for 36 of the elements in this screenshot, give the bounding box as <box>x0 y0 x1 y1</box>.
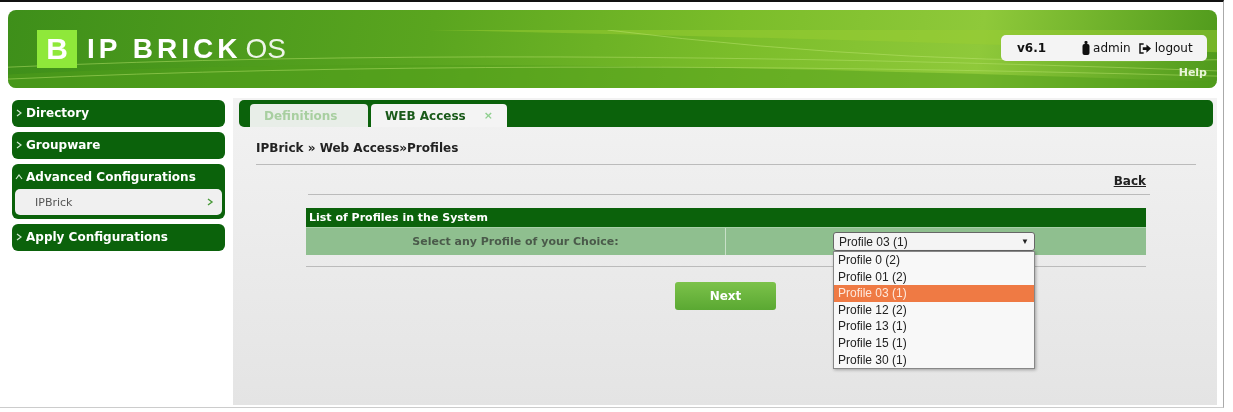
chevron-icon <box>206 198 214 206</box>
tab[interactable]: WEB Access × <box>371 104 507 127</box>
sidebar-item[interactable]: Groupware <box>12 132 225 157</box>
sidebar-item[interactable]: Apply Configurations <box>12 224 225 249</box>
sidebar-label: Apply Configurations <box>26 229 168 244</box>
sidebar-subitem[interactable]: IPBrick <box>15 189 222 215</box>
dropdown-option[interactable]: Profile 30 (1) <box>834 351 1034 369</box>
profile-select[interactable]: Profile 03 (1) ▼ <box>833 232 1035 251</box>
dropdown-option[interactable]: Profile 01 (2) <box>834 268 1034 286</box>
back-link[interactable]: Back <box>1113 174 1146 188</box>
chevron-icon <box>15 108 23 117</box>
version-label: v6.1 <box>1017 41 1047 55</box>
dropdown-option[interactable]: Profile 13 (1) <box>834 318 1034 335</box>
chevron-icon <box>15 172 23 181</box>
sidebar-item[interactable]: Advanced Configurations <box>12 164 225 189</box>
sidebar-label: Groupware <box>26 137 101 152</box>
chevron-icon <box>15 232 23 241</box>
dropdown-arrow-icon: ▼ <box>1021 237 1029 246</box>
dropdown-option[interactable]: Profile 0 (2) <box>834 252 1034 269</box>
field-label: Select any Profile of your Choice: <box>306 228 726 255</box>
breadcrumb: IPBrick » Web Access»Profiles <box>256 141 1196 165</box>
sidebar-label: Directory <box>26 105 89 120</box>
user-icon <box>1082 41 1091 55</box>
logout-link[interactable]: logout <box>1138 41 1193 55</box>
logo-suffix: OS <box>245 33 286 65</box>
table-title: List of Profiles in the System <box>306 208 1146 227</box>
sidebar-item[interactable]: Directory <box>12 100 225 125</box>
dropdown-option[interactable]: Profile 12 (2) <box>834 301 1034 319</box>
sidebar-label: Advanced Configurations <box>26 169 196 184</box>
user-name: admin <box>1093 41 1131 55</box>
dropdown-option[interactable]: Profile 15 (1) <box>834 334 1034 352</box>
chevron-icon <box>15 140 23 149</box>
subitem-label: IPBrick <box>35 195 73 209</box>
logo-text: IP BRICK <box>87 33 242 65</box>
logo-mark: B <box>37 30 77 68</box>
logout-icon <box>1138 42 1152 54</box>
